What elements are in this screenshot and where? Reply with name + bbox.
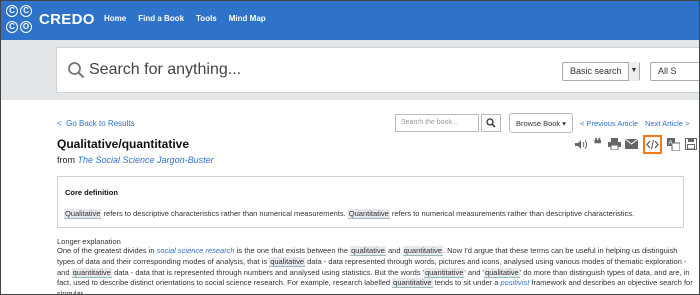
article-source: from The Social Science Jargon-Buster: [57, 155, 214, 165]
next-label: Next Article: [645, 119, 683, 128]
positivist-link[interactable]: positivist: [501, 278, 530, 287]
search-icon[interactable]: [67, 61, 85, 79]
logo-letter: C: [6, 5, 18, 17]
text: tends to sit under a: [432, 278, 501, 288]
back-to-results-link[interactable]: < Go Back to Results: [57, 119, 135, 128]
text: One of the greatest divides in: [57, 246, 157, 255]
save-icon[interactable]: [684, 137, 697, 151]
logo-letter: O: [20, 21, 32, 33]
core-definition-text: Qualitative refers to descriptive charac…: [64, 209, 635, 219]
nav-home[interactable]: Home: [104, 14, 126, 23]
credo-logo-icon[interactable]: C C C O: [6, 4, 34, 36]
term-link[interactable]: qualitative: [483, 267, 520, 278]
term-link[interactable]: quantitative: [424, 267, 465, 278]
chevron-down-icon[interactable]: ▼: [628, 62, 639, 81]
quote-icon[interactable]: ❝: [591, 136, 604, 153]
article-tools: ❝ A: [574, 134, 697, 154]
search-band: Basic search ▼ All S: [0, 40, 700, 100]
embed-icon[interactable]: [643, 134, 662, 154]
search-scope-select[interactable]: All S: [650, 62, 700, 81]
caret-down-icon: ▾: [562, 119, 567, 128]
longer-explanation-text: One of the greatest divides in social sc…: [57, 246, 697, 295]
search-input[interactable]: [89, 56, 389, 84]
core-definition-heading: Core definition: [65, 188, 118, 197]
longer-explanation-heading: Longer explanation: [57, 237, 121, 246]
definition-text: refers to numerical measurements rather …: [389, 209, 635, 218]
chevron-left-icon: <: [57, 119, 62, 128]
speaker-icon[interactable]: [574, 137, 587, 151]
previous-article-link[interactable]: < Previous Article: [580, 119, 638, 128]
book-search-input[interactable]: Search the book...: [395, 114, 479, 132]
from-label: from: [57, 155, 75, 165]
social-science-research-link[interactable]: social science research: [157, 246, 235, 255]
chevron-left-icon: <: [580, 119, 585, 128]
search-icon: [486, 118, 496, 128]
term-link[interactable]: qualitative: [350, 246, 386, 256]
back-label: Go Back to Results: [66, 119, 135, 128]
email-icon[interactable]: [625, 137, 638, 151]
top-bar: C C C O CREDO Home Find a Book Tools Min…: [0, 0, 700, 40]
logo-letter: C: [6, 21, 18, 33]
print-icon[interactable]: [608, 137, 621, 151]
chevron-right-icon: >: [685, 119, 690, 128]
translate-icon[interactable]: A: [667, 137, 680, 151]
main-nav: Home Find a Book Tools Mind Map: [104, 14, 266, 23]
term-link[interactable]: quantitative: [71, 267, 112, 278]
core-definition-box: Core definition Qualitative refers to de…: [57, 176, 684, 228]
definition-text: refers to descriptive characteristics ra…: [101, 209, 348, 218]
text: data - data that is represented through …: [111, 267, 425, 277]
brand-name[interactable]: CREDO: [39, 11, 95, 28]
text: and: [385, 246, 403, 255]
term-link[interactable]: Quantitative: [347, 209, 390, 219]
search-box: Basic search ▼ All S: [56, 47, 700, 93]
nav-tools[interactable]: Tools: [196, 14, 217, 23]
book-search-button[interactable]: [481, 114, 501, 132]
term-link[interactable]: quantitative: [392, 278, 433, 289]
term-link[interactable]: qualitative: [269, 256, 305, 267]
nav-mind-map[interactable]: Mind Map: [229, 14, 266, 23]
article-title: Qualitative/quantitative: [57, 137, 190, 151]
next-article-link[interactable]: Next Article >: [645, 119, 689, 128]
search-type-label: Basic search: [570, 66, 622, 76]
term-link[interactable]: Qualitative: [64, 209, 102, 219]
browse-label: Browse Book: [516, 119, 561, 128]
term-link[interactable]: quantitative: [402, 246, 443, 256]
prev-label: Previous Article: [586, 119, 639, 128]
logo-letter: C: [20, 5, 32, 17]
browse-book-button[interactable]: Browse Book ▾: [509, 113, 573, 133]
text: is the one that exists between the: [234, 246, 351, 255]
svg-text:A: A: [669, 140, 673, 146]
source-link[interactable]: The Social Science Jargon-Buster: [78, 155, 214, 165]
nav-find-a-book[interactable]: Find a Book: [138, 14, 184, 23]
search-type-select[interactable]: Basic search ▼: [562, 62, 640, 81]
text: ' and ': [464, 267, 484, 277]
